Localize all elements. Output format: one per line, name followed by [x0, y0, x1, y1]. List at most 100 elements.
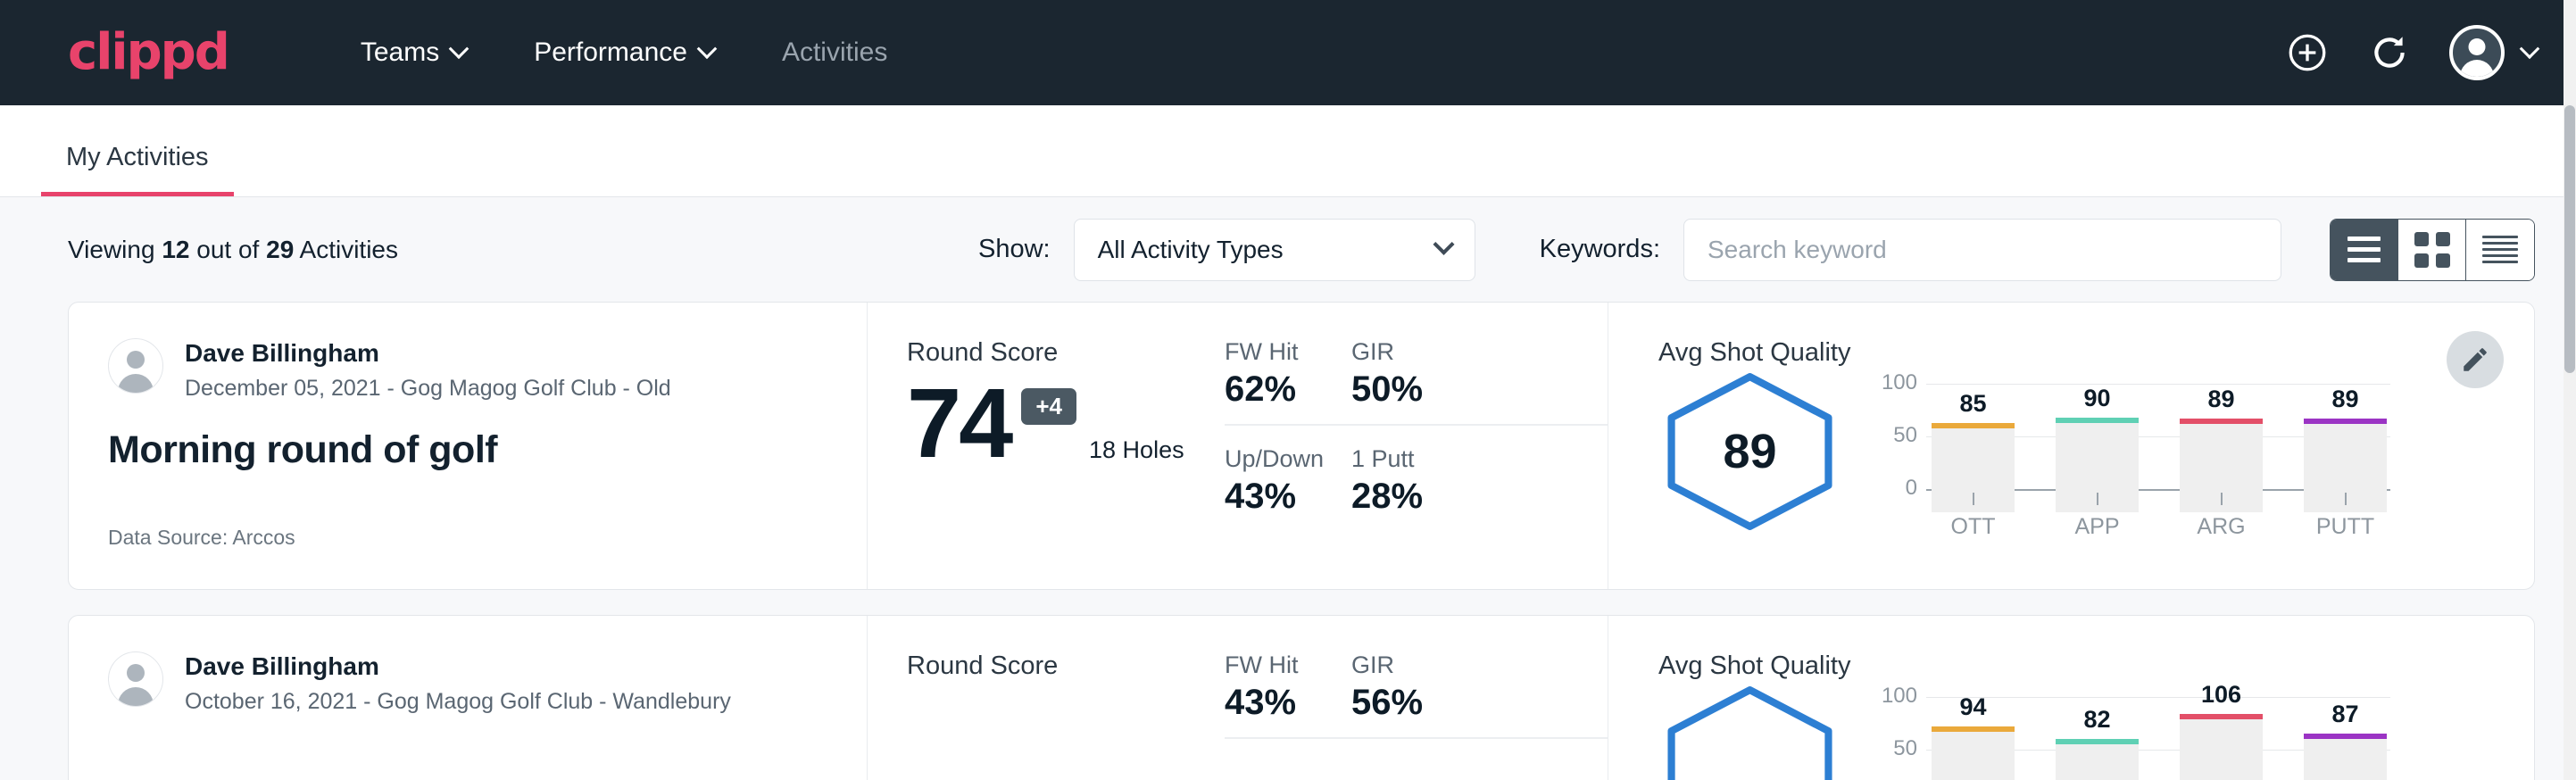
stat-up-down-label: Up/Down [1225, 445, 1319, 473]
stat-gir: GIR 56% [1351, 651, 1608, 739]
score-to-par-badge: +4 [1021, 388, 1076, 425]
chart-y-tick-label: 50 [1876, 736, 1917, 761]
edit-activity-button[interactable] [2447, 331, 2504, 388]
nav-item-teams-label: Teams [361, 37, 439, 68]
avg-shot-quality-section: Avg Shot Quality 89 05010085908989OTTAPP… [1608, 303, 2534, 589]
avg-shot-quality-label: Avg Shot Quality [1658, 651, 2534, 681]
avg-shot-quality-section: Avg Shot Quality 050100948210687OTTAPPAR… [1608, 616, 2534, 780]
chart-bar-value-label: 106 [2180, 681, 2263, 709]
top-navigation-bar: clippd Teams Performance Activities [0, 0, 2576, 105]
nav-item-performance-label: Performance [534, 37, 687, 68]
stat-fw-hit-label: FW Hit [1225, 651, 1319, 679]
activity-type-select[interactable]: All Activity Types [1074, 219, 1475, 281]
avatar-body-shape [118, 374, 154, 394]
keywords-label: Keywords: [1540, 235, 1660, 264]
activity-summary: Dave Billingham October 16, 2021 - Gog M… [69, 616, 868, 780]
stat-one-putt: 1 Putt 28% [1351, 426, 1608, 517]
scrollbar-thumb[interactable] [2564, 105, 2575, 373]
activity-summary: Dave Billingham December 05, 2021 - Gog … [69, 303, 868, 589]
chart-y-tick-label: 100 [1876, 684, 1917, 709]
list-icon [2347, 236, 2381, 262]
chart-tick-mark [2097, 493, 2098, 505]
chart-x-tick-label: APP [2074, 514, 2119, 540]
nav-item-teams[interactable]: Teams [327, 37, 500, 68]
add-icon[interactable] [2285, 30, 2330, 75]
avatar [108, 651, 163, 707]
chart-bar-cap [1932, 423, 2015, 428]
refresh-icon[interactable] [2367, 30, 2412, 75]
activity-card[interactable]: Dave Billingham December 05, 2021 - Gog … [68, 302, 2535, 590]
activity-meta: October 16, 2021 - Gog Magog Golf Club -… [185, 689, 731, 715]
stat-gir-value: 56% [1351, 683, 1575, 723]
chart-bar-column: 82 [2056, 697, 2139, 780]
grid-view-button[interactable] [2398, 220, 2466, 280]
nav-item-activities[interactable]: Activities [748, 37, 921, 68]
round-score-value-row: 74 +4 18 Holes [907, 375, 1225, 473]
chart-bar-cap [2056, 418, 2139, 423]
chart-x-tick: ARG [2180, 493, 2263, 540]
activity-meta: December 05, 2021 - Gog Magog Golf Club … [185, 376, 671, 402]
avatar-head-shape [2469, 38, 2486, 55]
stat-gir: GIR 50% [1351, 338, 1608, 426]
viewing-prefix: Viewing [68, 236, 155, 263]
chart-x-axis: OTT APP ARG PUTT [1932, 493, 2387, 540]
chart-bar: 82 [2056, 739, 2139, 780]
chart-bar-value-label: 90 [2056, 385, 2139, 412]
shot-quality-hexagon: 89 [1658, 371, 1846, 536]
stat-fw-hit: FW Hit 43% [1225, 651, 1351, 739]
chart-x-tick: PUTT [2304, 493, 2387, 540]
chevron-down-icon [2520, 38, 2540, 59]
compact-list-icon [2482, 236, 2518, 263]
chart-bars: 948210687 [1932, 697, 2387, 780]
page-scrollbar[interactable] [2564, 0, 2576, 780]
chart-bar-value-label: 89 [2180, 386, 2263, 413]
chevron-down-icon [449, 38, 469, 59]
stats-grid: FW Hit 43% GIR 56% [1225, 616, 1608, 780]
stat-fw-hit: FW Hit 62% [1225, 338, 1351, 426]
chevron-down-icon [697, 38, 718, 59]
stat-fw-hit-value: 43% [1225, 683, 1319, 723]
stat-fw-hit-value: 62% [1225, 369, 1319, 410]
filter-bar: Viewing 12 out of 29 Activities Show: Al… [0, 197, 2576, 302]
tab-bar: My Activities [0, 105, 2576, 197]
avatar-head-shape [127, 351, 145, 369]
stat-gir-value: 50% [1351, 369, 1575, 410]
grid-icon [2414, 232, 2450, 268]
chart-bar: 94 [1932, 726, 2015, 780]
chart-bar-cap [1932, 726, 2015, 732]
activity-type-select-value: All Activity Types [1098, 236, 1284, 264]
app-logo[interactable]: clippd [68, 28, 229, 78]
activity-list[interactable]: Dave Billingham December 05, 2021 - Gog … [0, 302, 2576, 780]
viewing-count-text: Viewing 12 out of 29 Activities [68, 236, 398, 264]
compact-view-button[interactable] [2466, 220, 2534, 280]
stat-one-putt-label: 1 Putt [1351, 445, 1575, 473]
stats-grid: FW Hit 62% GIR 50% Up/Down 43% 1 Putt 28… [1225, 303, 1608, 589]
nav-item-performance[interactable]: Performance [500, 37, 748, 68]
data-source-label: Data Source: Arccos [108, 526, 824, 550]
filter-controls: Show: All Activity Types Keywords: [978, 219, 2535, 281]
activity-card[interactable]: Dave Billingham October 16, 2021 - Gog M… [68, 615, 2535, 780]
avatar[interactable] [2449, 25, 2537, 80]
avg-shot-quality-label: Avg Shot Quality [1658, 338, 2534, 368]
chart-x-tick-label: PUTT [2316, 514, 2374, 540]
chart-bar-value-label: 82 [2056, 706, 2139, 734]
chart-bar-cap [2056, 739, 2139, 744]
chart-y-tick-label: 0 [1876, 476, 1917, 501]
avg-shot-quality-body: 050100948210687OTTAPPARGPUTT [1658, 685, 2534, 780]
avatar-body-shape [118, 687, 154, 707]
round-score-value: 74 [907, 375, 1010, 473]
chart-x-tick: OTT [1932, 493, 2015, 540]
chart-bar-value-label: 85 [1932, 390, 2015, 418]
chart-bar-value-label: 87 [2304, 701, 2387, 728]
shot-quality-hexagon [1658, 685, 1846, 780]
search-input[interactable] [1683, 219, 2281, 281]
tab-my-activities[interactable]: My Activities [41, 143, 234, 196]
chart-y-tick-label: 50 [1876, 423, 1917, 448]
chart-y-tick-label: 100 [1876, 370, 1917, 395]
list-view-button[interactable] [2331, 220, 2398, 280]
show-label: Show: [978, 235, 1051, 264]
round-score-section: Round Score [868, 616, 1225, 780]
chart-x-tick: APP [2056, 493, 2139, 540]
round-score-label: Round Score [907, 651, 1225, 681]
viewing-suffix: Activities [300, 236, 398, 263]
